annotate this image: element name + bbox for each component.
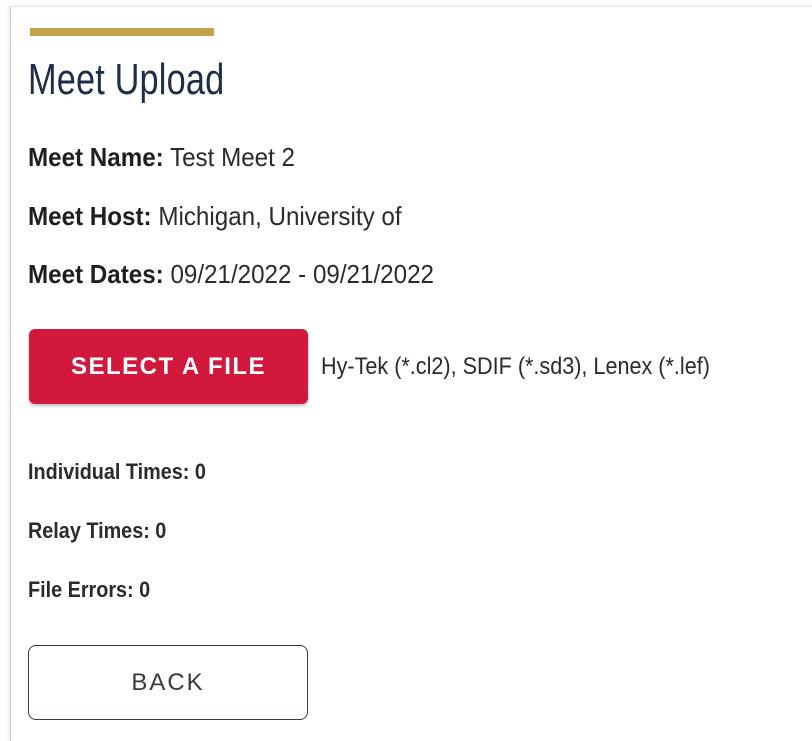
- meet-host-label: Meet Host:: [28, 201, 152, 231]
- accepted-file-types: Hy-Tek (*.cl2), SDIF (*.sd3), Lenex (*.l…: [321, 353, 710, 380]
- meet-name-row: Meet Name: Test Meet 2: [28, 142, 295, 172]
- meet-host-row: Meet Host: Michigan, University of: [28, 201, 402, 231]
- meet-dates-row: Meet Dates: 09/21/2022 - 09/21/2022: [28, 259, 434, 289]
- meet-dates-value: 09/21/2022 - 09/21/2022: [163, 259, 434, 289]
- relay-times-count: Relay Times: 0: [28, 518, 167, 543]
- select-file-button[interactable]: SELECT A FILE: [29, 329, 308, 404]
- page-title: Meet Upload: [28, 55, 225, 104]
- file-errors-count: File Errors: 0: [28, 577, 151, 602]
- meet-name-label: Meet Name:: [28, 142, 164, 172]
- meet-name-value: Test Meet 2: [163, 142, 295, 172]
- title-accent-bar: [30, 28, 214, 36]
- meet-dates-label: Meet Dates:: [28, 259, 164, 289]
- meet-host-value: Michigan, University of: [151, 201, 402, 231]
- back-button[interactable]: BACK: [28, 645, 308, 720]
- individual-times-count: Individual Times: 0: [28, 459, 206, 484]
